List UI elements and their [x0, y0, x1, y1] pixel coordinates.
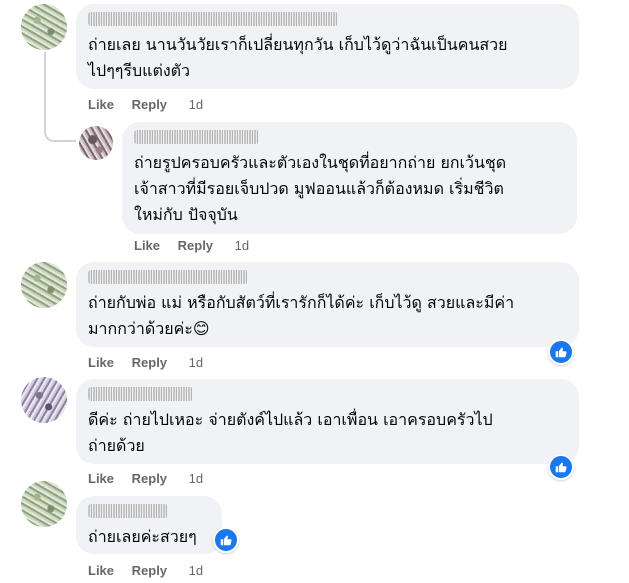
reply-link[interactable]: Reply: [132, 355, 167, 370]
comment-bubble: ดีค่ะ ถ่ายไปเหอะ จ่ายตังค์ไปแล้ว เอาเพื่…: [76, 379, 579, 464]
like-link[interactable]: Like: [88, 97, 114, 112]
comment-text: ถ่ายเลย นานวันวัยเราก็เปลี่ยนทุกวัน เก็บ…: [88, 35, 508, 80]
comment-actions: Like Reply 1d: [88, 471, 203, 486]
commenter-name[interactable]: [88, 504, 168, 518]
avatar[interactable]: [21, 377, 67, 423]
avatar[interactable]: [21, 4, 67, 50]
timestamp[interactable]: 1d: [189, 471, 203, 486]
timestamp[interactable]: 1d: [189, 97, 203, 112]
timestamp[interactable]: 1d: [235, 238, 249, 253]
comment-actions: Like Reply 1d: [88, 563, 203, 578]
comment-bubble: ถ่ายเลย นานวันวัยเราก็เปลี่ยนทุกวัน เก็บ…: [76, 4, 579, 89]
comment-text: ถ่ายรูปครอบครัวและตัวเองในชุดที่อยากถ่าย…: [134, 153, 507, 224]
commenter-name[interactable]: [134, 130, 259, 144]
comment-bubble: ถ่ายรูปครอบครัวและตัวเองในชุดที่อยากถ่าย…: [122, 122, 577, 234]
like-reaction-badge[interactable]: [548, 339, 574, 365]
reply-link[interactable]: Reply: [178, 238, 213, 253]
like-link[interactable]: Like: [88, 471, 114, 486]
avatar[interactable]: [21, 262, 67, 308]
comment-text: ถ่ายกับพ่อ แม่ หรือกับสัตว์ที่เรารักก็ได…: [88, 293, 515, 338]
comment-text: ดีค่ะ ถ่ายไปเหอะ จ่ายตังค์ไปแล้ว เอาเพื่…: [88, 410, 493, 455]
comment-actions: Like Reply 1d: [88, 97, 203, 112]
comment-actions: Like Reply 1d: [134, 238, 249, 253]
avatar[interactable]: [79, 126, 113, 160]
like-link[interactable]: Like: [134, 238, 160, 253]
like-thumb-icon: [555, 347, 567, 358]
reply-link[interactable]: Reply: [132, 97, 167, 112]
commenter-name[interactable]: [88, 387, 193, 401]
like-link[interactable]: Like: [88, 355, 114, 370]
timestamp[interactable]: 1d: [189, 563, 203, 578]
comment-bubble: ถ่ายเลยค่ะสวยๆ: [76, 496, 222, 554]
avatar[interactable]: [21, 481, 67, 527]
like-thumb-icon: [555, 462, 567, 473]
like-reaction-badge[interactable]: [548, 454, 574, 480]
reply-link[interactable]: Reply: [132, 563, 167, 578]
reply-link[interactable]: Reply: [132, 471, 167, 486]
comment-actions: Like Reply 1d: [88, 355, 203, 370]
like-link[interactable]: Like: [88, 563, 114, 578]
commenter-name[interactable]: [88, 12, 338, 26]
like-thumb-icon: [220, 535, 232, 546]
comment-text: ถ่ายเลยค่ะสวยๆ: [88, 527, 197, 546]
commenter-name[interactable]: [88, 270, 248, 284]
like-reaction-badge[interactable]: [213, 527, 239, 553]
comment-bubble: ถ่ายกับพ่อ แม่ หรือกับสัตว์ที่เรารักก็ได…: [76, 262, 579, 347]
thread-connector: [44, 52, 76, 142]
timestamp[interactable]: 1d: [189, 355, 203, 370]
